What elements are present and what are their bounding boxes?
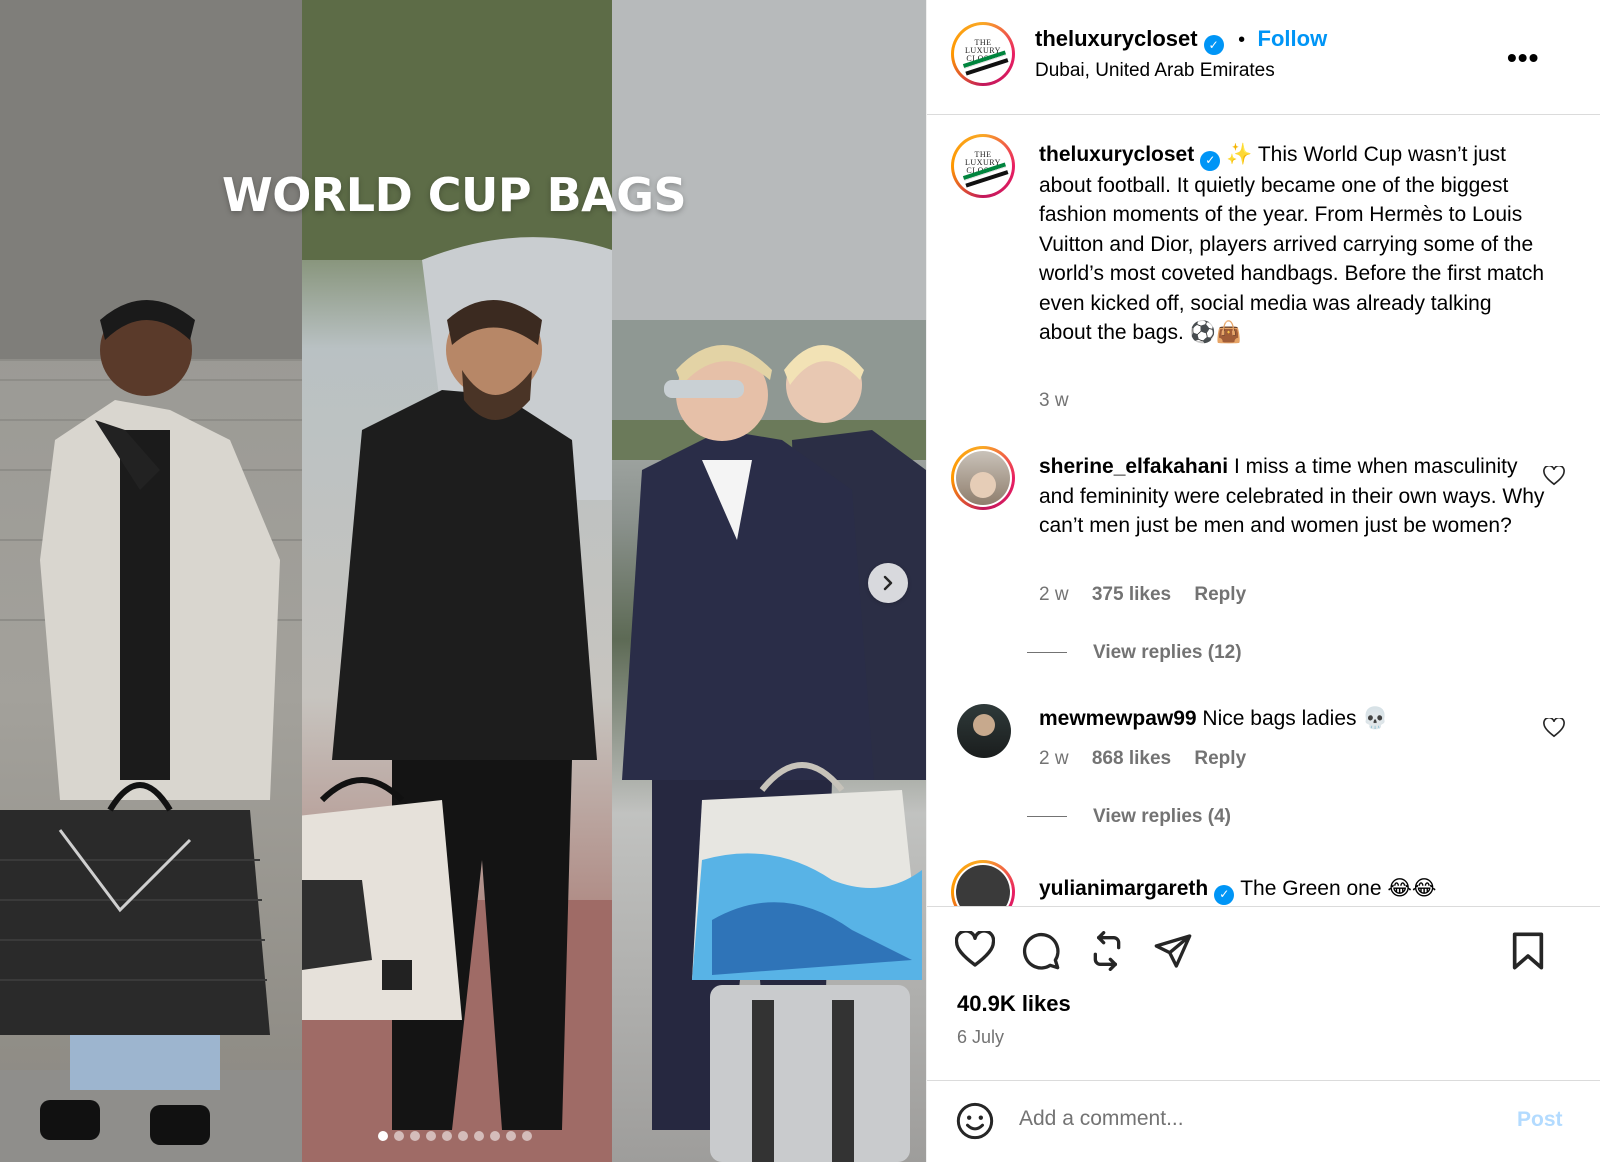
view-replies-label: View replies (12) [1093, 642, 1242, 663]
carousel-dot[interactable] [394, 1131, 404, 1141]
caption-username[interactable]: theluxurycloset [1039, 143, 1194, 166]
comment-username[interactable]: yulianimargareth [1039, 877, 1208, 900]
more-options-icon[interactable]: ••• [1507, 42, 1539, 74]
carousel-dot[interactable] [522, 1131, 532, 1141]
comment-text: mewmewpaw99 Nice bags ladies 💀 [1039, 704, 1549, 734]
view-replies-button[interactable]: View replies (12) [1027, 642, 1242, 664]
comment-likes[interactable]: 375 likes [1092, 584, 1171, 605]
follow-button[interactable]: Follow [1258, 26, 1328, 51]
comment-text: yulianimargareth ✓ The Green one 😂😂 [1039, 874, 1549, 905]
comment-text: sherine_elfakahani I miss a time when ma… [1039, 452, 1549, 541]
heart-icon[interactable] [955, 931, 995, 969]
commenter-avatar[interactable] [951, 860, 1015, 906]
caption-avatar[interactable]: THELUXURYCLOSET [951, 134, 1015, 198]
post-date[interactable]: 6 July [957, 1027, 1004, 1048]
post-header: THELUXURYCLOSET theluxurycloset✓ • Follo… [927, 0, 1600, 115]
carousel-dot[interactable] [378, 1131, 388, 1141]
comment-meta: 2 w 868 likes Reply [1039, 748, 1264, 770]
comment-time[interactable]: 2 w [1039, 584, 1069, 605]
bookmark-icon[interactable] [1511, 931, 1545, 971]
verified-badge-icon: ✓ [1200, 150, 1221, 171]
author-avatar[interactable]: THELUXURYCLOSET [951, 22, 1015, 86]
caption-body: ✨ This World Cup wasn’t just about footb… [1039, 143, 1545, 345]
media-overlay-title: WORLD CUP BAGS [222, 168, 687, 222]
chevron-right-icon [883, 575, 893, 591]
carousel-dot[interactable] [426, 1131, 436, 1141]
carousel-dot[interactable] [410, 1131, 420, 1141]
verified-badge-icon: ✓ [1203, 35, 1224, 55]
carousel-dots [378, 1131, 532, 1141]
view-replies-label: View replies (4) [1093, 806, 1231, 827]
comments-list[interactable]: THELUXURYCLOSET theluxurycloset✓✨ This W… [927, 116, 1600, 906]
comment-likes[interactable]: 868 likes [1092, 748, 1171, 769]
caption-time[interactable]: 3 w [1039, 390, 1069, 411]
comment-reply-button[interactable]: Reply [1194, 748, 1246, 769]
post-media-carousel[interactable]: WORLD CUP BAGS [0, 0, 926, 1162]
post-likes-count[interactable]: 40.9K likes [957, 991, 1071, 1017]
carousel-dot[interactable] [474, 1131, 484, 1141]
replies-divider [1027, 652, 1067, 654]
post-sidebar: THELUXURYCLOSET theluxurycloset✓ • Follo… [926, 0, 1600, 1162]
carousel-next-button[interactable] [868, 563, 908, 603]
comment-time[interactable]: 2 w [1039, 748, 1069, 769]
view-replies-button[interactable]: View replies (4) [1027, 806, 1231, 828]
comment-icon[interactable] [1021, 931, 1061, 971]
comment-body: The Green one 😂😂 [1240, 877, 1437, 900]
author-username[interactable]: theluxurycloset [1035, 26, 1198, 51]
add-comment-input[interactable] [1019, 1107, 1489, 1131]
share-icon[interactable] [1153, 931, 1193, 971]
header-title-row: theluxurycloset ✓ • Follow [1035, 26, 1327, 55]
like-comment-heart-icon[interactable] [1543, 466, 1565, 486]
emoji-icon[interactable] [955, 1101, 995, 1141]
verified-badge-icon: ✓ [1214, 884, 1235, 905]
repost-icon[interactable] [1087, 931, 1127, 971]
like-comment-heart-icon[interactable] [1543, 718, 1565, 738]
replies-divider [1027, 816, 1067, 818]
commenter-avatar[interactable] [951, 446, 1015, 510]
add-comment-bar: Post [927, 1080, 1600, 1162]
caption-text: theluxurycloset ✓ ✨ This World Cup wasn’t … [1039, 140, 1549, 348]
commenter-avatar[interactable] [957, 704, 1011, 758]
comment-username[interactable]: mewmewpaw99 [1039, 707, 1197, 730]
comment-meta: 2 w 375 likes Reply [1039, 584, 1264, 606]
post-comment-button[interactable]: Post [1517, 1108, 1563, 1132]
caption-meta: 3 w [1039, 390, 1087, 412]
carousel-dot[interactable] [442, 1131, 452, 1141]
carousel-dot[interactable] [458, 1131, 468, 1141]
carousel-dot[interactable] [506, 1131, 516, 1141]
header-separator: • [1238, 29, 1246, 51]
post-actions: 40.9K likes 6 July [927, 906, 1600, 1076]
comment-username[interactable]: sherine_elfakahani [1039, 455, 1228, 478]
post-location[interactable]: Dubai, United Arab Emirates [1035, 60, 1275, 82]
comment-body: Nice bags ladies 💀 [1202, 707, 1389, 730]
carousel-dot[interactable] [490, 1131, 500, 1141]
comment-reply-button[interactable]: Reply [1194, 584, 1246, 605]
